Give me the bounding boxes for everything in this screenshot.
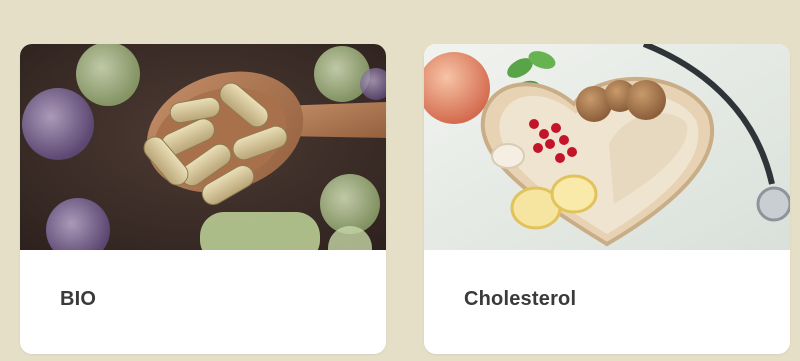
capsules-spoon-image	[20, 44, 386, 250]
card-title: Cholesterol	[464, 288, 577, 310]
card-title: BIO	[60, 288, 97, 310]
category-card-bio[interactable]: BIO	[20, 44, 386, 354]
category-card-cholesterol[interactable]: Cholesterol	[424, 44, 790, 354]
healthy-food-heart-bowl-image	[424, 44, 790, 250]
